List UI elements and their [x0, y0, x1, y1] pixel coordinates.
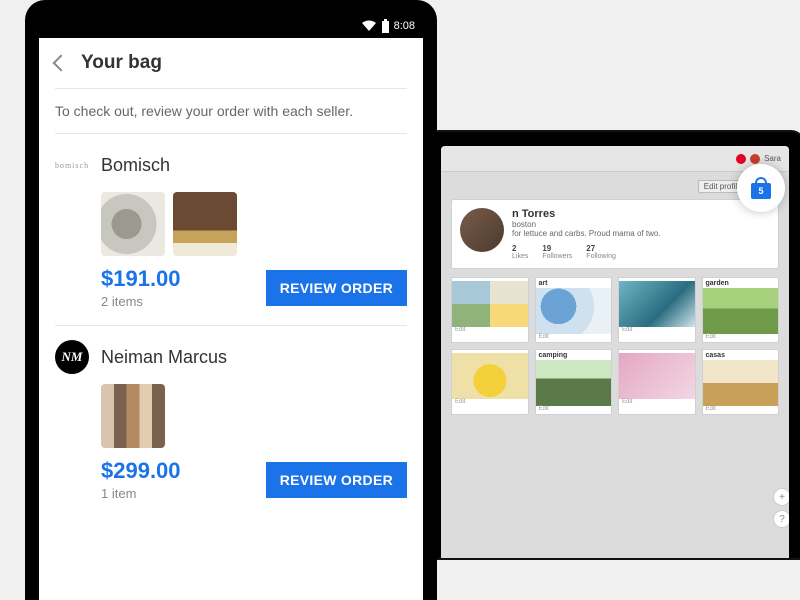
browser-user-chip[interactable]: Sara — [750, 154, 781, 164]
item-count: 2 items — [101, 294, 181, 309]
board-tile[interactable]: Edit — [618, 277, 696, 343]
laptop-frame: Sara Edit profile ⚙︎ ▾ n Torres boston f… — [425, 130, 800, 560]
product-thumb[interactable] — [173, 192, 237, 256]
back-button[interactable] — [55, 57, 67, 69]
profile-avatar[interactable] — [460, 208, 504, 252]
bag-count: 5 — [758, 186, 763, 196]
review-order-button[interactable]: REVIEW ORDER — [266, 270, 407, 306]
product-thumb[interactable] — [101, 384, 165, 448]
profile-bio: for lettuce and carbs. Proud mama of two… — [512, 229, 661, 238]
product-thumbnails — [55, 384, 407, 448]
shopping-bag-icon: 5 — [751, 177, 771, 199]
board-tile[interactable]: Edit — [451, 277, 529, 343]
seller-name: Bomisch — [101, 155, 170, 176]
board-tile[interactable]: campingEdit — [535, 349, 613, 415]
profile-name: n Torres — [512, 208, 661, 220]
add-button[interactable]: + — [773, 488, 789, 506]
pinterest-logo-icon — [736, 154, 746, 164]
laptop-screen: Sara Edit profile ⚙︎ ▾ n Torres boston f… — [441, 146, 789, 558]
wifi-icon — [361, 20, 377, 32]
review-order-button[interactable]: REVIEW ORDER — [266, 462, 407, 498]
phone-frame: 8:08 Your bag To check out, review your … — [25, 0, 437, 600]
status-bar: 8:08 — [39, 14, 423, 38]
seller-block: NM Neiman Marcus $299.00 1 item REVIEW O… — [39, 326, 423, 517]
product-thumbnails — [55, 192, 407, 256]
checkout-instruction: To check out, review your order with eac… — [39, 89, 423, 133]
board-tile[interactable]: Edit — [451, 349, 529, 415]
side-controls: + ? — [773, 488, 789, 528]
product-thumb[interactable] — [101, 192, 165, 256]
browser-toolbar: Sara — [441, 146, 789, 172]
seller-logo-bomisch: bomisch — [55, 148, 89, 182]
item-count: 1 item — [101, 486, 181, 501]
profile-stats: 2Likes 19Followers 27Following — [512, 244, 661, 260]
profile-card: n Torres boston for lettuce and carbs. P… — [451, 199, 779, 269]
status-time: 8:08 — [394, 20, 415, 32]
seller-logo-neiman: NM — [55, 340, 89, 374]
board-tile[interactable]: gardenEdit — [702, 277, 780, 343]
browser-user-name: Sara — [764, 154, 781, 163]
board-tile[interactable]: artEdit — [535, 277, 613, 343]
help-button[interactable]: ? — [773, 510, 789, 528]
chevron-left-icon — [53, 55, 70, 72]
order-price: $299.00 — [101, 458, 181, 484]
avatar-icon — [750, 154, 760, 164]
app-header: Your bag — [39, 38, 423, 88]
board-tile[interactable]: Edit — [618, 349, 696, 415]
seller-name: Neiman Marcus — [101, 347, 227, 368]
seller-block: bomisch Bomisch $191.00 2 items REVIEW O… — [39, 134, 423, 325]
order-price: $191.00 — [101, 266, 181, 292]
board-tile[interactable]: casasEdit — [702, 349, 780, 415]
page-title: Your bag — [81, 52, 162, 74]
phone-screen: 8:08 Your bag To check out, review your … — [39, 14, 423, 600]
shopping-bag-highlight[interactable]: 5 — [737, 164, 785, 212]
profile-location: boston — [512, 220, 661, 229]
board-grid: Edit artEdit Edit gardenEdit Edit campin… — [441, 269, 789, 423]
battery-icon — [381, 19, 390, 33]
